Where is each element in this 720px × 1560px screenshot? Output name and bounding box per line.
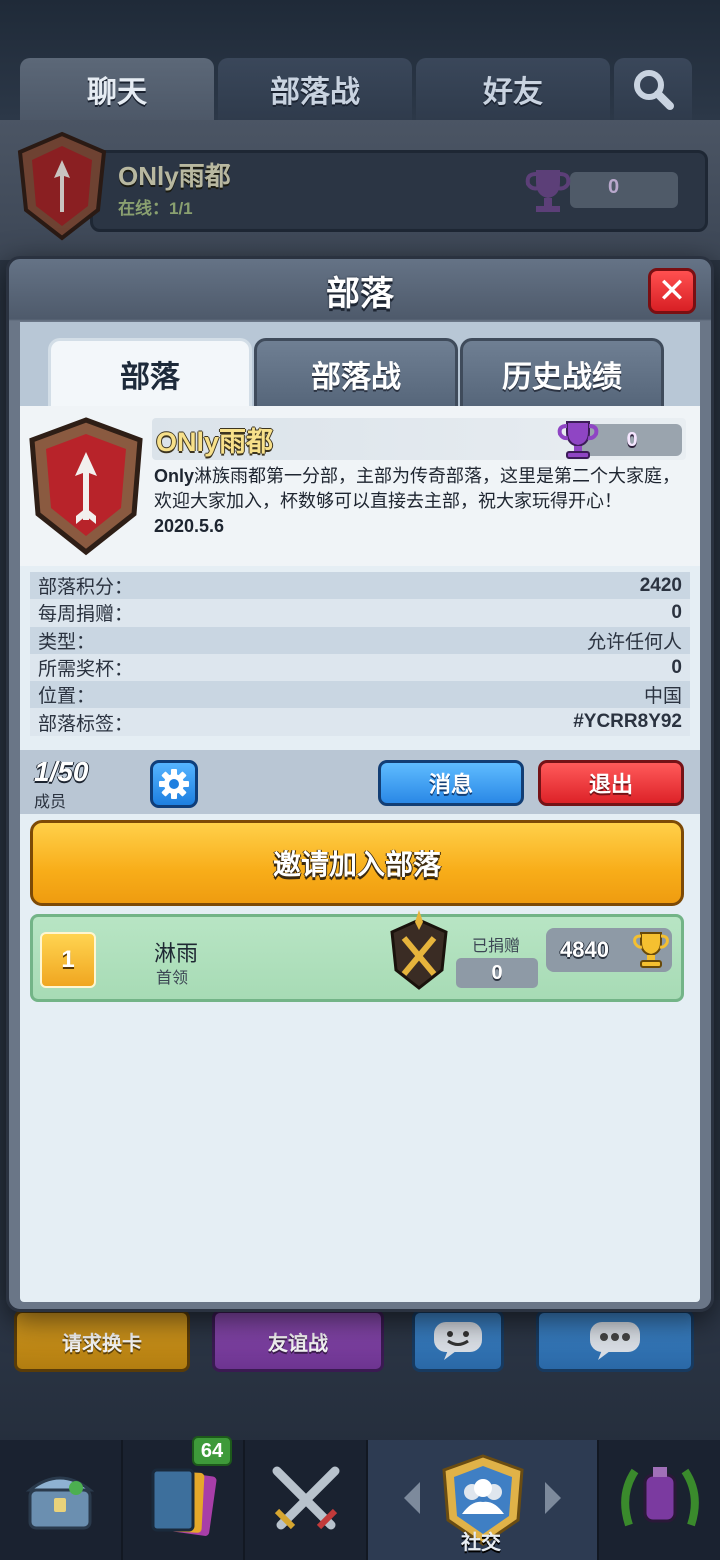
clan-stats: 部落积分： 2420 每周捐赠： 0 类型： 允许任何人 所需奖杯： 0 位置：… [30, 572, 690, 736]
background-online-status: 在线：1/1 [118, 199, 193, 218]
leave-clan-button[interactable]: 退出 [538, 760, 684, 806]
request-card-button[interactable]: 请求换卡 [14, 1310, 190, 1372]
members-label: 成员 [34, 794, 67, 811]
invite-to-clan-button[interactable]: 邀请加入部落 [30, 820, 684, 906]
members-count: 1/50 [34, 756, 89, 787]
treasure-chest-icon [26, 1476, 95, 1530]
nav-battle[interactable] [245, 1440, 369, 1560]
tab-war-history[interactable]: 历史战绩 [460, 338, 664, 406]
background-clan-badge-icon [17, 131, 107, 241]
tab-clan-war-modal[interactable]: 部落战 [254, 338, 458, 406]
cards-icon [151, 1468, 217, 1536]
stat-required-trophies: 所需奖杯： 0 [30, 653, 690, 682]
tab-chat[interactable]: 聊天 [20, 58, 214, 120]
tab-friends[interactable]: 好友 [416, 58, 610, 120]
emote-button[interactable] [412, 1310, 504, 1372]
background-trophy-count: 0 [608, 176, 620, 198]
donated-count: 0 [456, 958, 538, 988]
clan-trophy-icon [557, 421, 599, 459]
stat-value: 0 [671, 656, 682, 678]
stat-value: 允许任何人 [586, 631, 682, 653]
tab-clan-war[interactable]: 部落战 [218, 58, 412, 120]
clan-name: ONly雨都 [156, 426, 274, 457]
stat-weekly-donations: 每周捐赠： 0 [30, 599, 690, 627]
chat-bubble-icon [590, 1322, 640, 1360]
nav-shop[interactable] [0, 1440, 123, 1560]
clan-trophy-count: 0 [626, 428, 638, 451]
arena-emblem-icon [390, 910, 448, 990]
stat-label: 类型： [38, 631, 96, 653]
arrow-right-icon [545, 1482, 562, 1514]
member-trophy-count: 4840 [560, 937, 609, 962]
stat-clan-tag: 部落标签： #YCRR8Y92 [30, 708, 690, 736]
tab-clan[interactable]: 部落 [48, 338, 252, 406]
elixir-laurel-icon [620, 1467, 699, 1527]
member-role: 首领 [156, 970, 189, 987]
cards-count-badge: 64 [192, 1436, 232, 1466]
chat-button[interactable] [536, 1310, 694, 1372]
stat-label: 位置： [38, 686, 96, 708]
friendly-battle-button[interactable]: 友谊战 [212, 1310, 384, 1372]
member-rank: 1 [40, 932, 96, 988]
clan-description-body: 淋族雨都第一分部，主部为传奇部落，这里是第二个大家庭，欢迎大家加入，杯数够可以直… [154, 466, 681, 511]
gear-icon [159, 769, 189, 799]
trophy-icon [525, 170, 571, 212]
nav-events[interactable] [599, 1440, 720, 1560]
stat-label: 部落积分： [38, 577, 134, 599]
stat-value: #YCRR8Y92 [573, 711, 682, 733]
arrow-left-icon [404, 1482, 421, 1514]
clan-description: Only淋族雨都第一分部，主部为传奇部落，这里是第二个大家庭，欢迎大家加入，杯数… [154, 464, 688, 539]
background-trophy-box [570, 172, 678, 208]
emote-icon [434, 1322, 482, 1360]
stat-type: 类型： 允许任何人 [30, 626, 690, 654]
clan-description-date: 2020.5.6 [154, 516, 225, 536]
stat-label: 部落标签： [38, 713, 134, 735]
close-icon: ✕ [657, 272, 687, 310]
stat-value: 2420 [639, 574, 682, 596]
bottom-navigation [0, 1440, 720, 1560]
donated-label: 已捐赠 [472, 938, 521, 955]
background-clan-name: ONly雨都 [118, 161, 231, 191]
search-button[interactable] [614, 58, 692, 120]
stat-label: 每周捐赠： [38, 604, 134, 626]
modal-title: 部落 [326, 274, 394, 313]
clan-badge-icon [29, 417, 143, 556]
close-button[interactable]: ✕ [648, 268, 696, 314]
clan-settings-button[interactable] [150, 760, 198, 808]
search-icon [634, 70, 674, 110]
stat-location: 位置： 中国 [30, 681, 690, 709]
gold-trophy-icon [633, 932, 669, 968]
stat-value: 0 [671, 601, 682, 623]
nav-social-label: 社交 [461, 1532, 501, 1554]
message-button[interactable]: 消息 [378, 760, 524, 806]
crossed-swords-icon [272, 1466, 340, 1530]
clan-description-lead: Only [154, 466, 195, 486]
stat-clan-score: 部落积分： 2420 [30, 572, 690, 600]
stat-value: 中国 [643, 686, 682, 708]
stat-label: 所需奖杯： [38, 659, 134, 681]
